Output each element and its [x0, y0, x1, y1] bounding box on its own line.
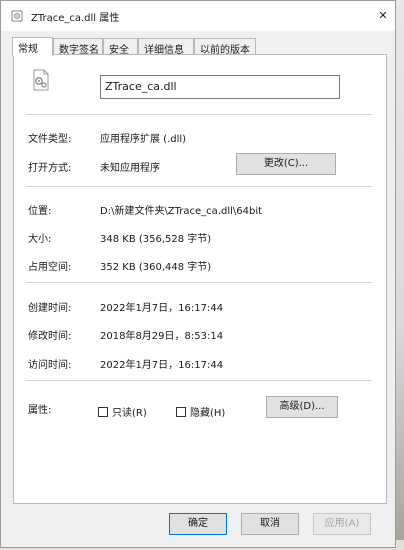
readonly-checkbox[interactable]: 只读(R) [98, 404, 147, 419]
created-label: 创建时间: [28, 303, 72, 314]
tab-details[interactable]: 详细信息 [138, 38, 194, 56]
cancel-button[interactable]: 取消 [241, 513, 299, 535]
size-on-disk-label: 占用空间: [28, 262, 72, 273]
properties-dialog: ZTrace_ca.dll 属性 ✕ 常规 数字签名 安全 详细信息 以前的版本 [0, 0, 396, 548]
tab-general[interactable]: 常规 [12, 37, 53, 56]
tab-label: 常规 [18, 44, 38, 55]
modified-label: 修改时间: [28, 331, 72, 342]
size-on-disk-value: 352 KB (360,448 字节) [100, 262, 212, 273]
separator [26, 186, 372, 187]
readonly-checkbox-label: 只读(R) [112, 408, 147, 419]
checkbox-box[interactable] [176, 406, 186, 417]
backdrop-right-strip [396, 0, 404, 550]
separator [26, 114, 372, 115]
location-value: D:\新建文件夹\ZTrace_ca.dll\64bit [100, 206, 263, 217]
hidden-checkbox[interactable]: 隐藏(H) [176, 404, 225, 419]
window-title: ZTrace_ca.dll 属性 [31, 13, 120, 24]
opens-with-label: 打开方式: [28, 163, 72, 174]
hidden-checkbox-label: 隐藏(H) [190, 408, 226, 419]
opens-with-value: 未知应用程序 [100, 163, 160, 174]
separator [26, 380, 372, 381]
tab-digital-signatures[interactable]: 数字签名 [53, 38, 103, 56]
separator [26, 282, 372, 283]
location-label: 位置: [28, 206, 52, 217]
ok-button[interactable]: 确定 [169, 513, 227, 535]
checkbox-box[interactable] [98, 406, 108, 417]
accessed-value: 2022年1月7日，16:17:44 [100, 360, 224, 371]
attributes-label: 属性: [28, 405, 52, 416]
change-button[interactable]: 更改(C)... [236, 153, 336, 175]
title-bar[interactable]: ZTrace_ca.dll 属性 ✕ [1, 1, 395, 31]
file-properties-icon [11, 10, 23, 22]
size-value: 348 KB (356,528 字节) [100, 234, 212, 245]
tab-security[interactable]: 安全 [103, 38, 138, 56]
close-icon: ✕ [378, 8, 388, 22]
advanced-button[interactable]: 高级(D)... [266, 396, 338, 418]
file-name-input[interactable]: ZTrace_ca.dll [100, 75, 340, 99]
file-type-value: 应用程序扩展 (.dll) [100, 134, 187, 145]
close-button[interactable]: ✕ [373, 5, 393, 25]
apply-button[interactable]: 应用(A) [313, 513, 371, 535]
accessed-label: 访问时间: [28, 360, 72, 371]
size-label: 大小: [28, 234, 52, 245]
created-value: 2022年1月7日，16:17:44 [100, 303, 224, 314]
modified-value: 2018年8月29日，8:53:14 [100, 331, 224, 342]
dll-file-icon [30, 69, 52, 91]
file-type-label: 文件类型: [28, 134, 72, 145]
tab-previous-versions[interactable]: 以前的版本 [194, 38, 256, 56]
general-panel: ZTrace_ca.dll 文件类型: 应用程序扩展 (.dll) 打开方式: … [13, 54, 387, 504]
